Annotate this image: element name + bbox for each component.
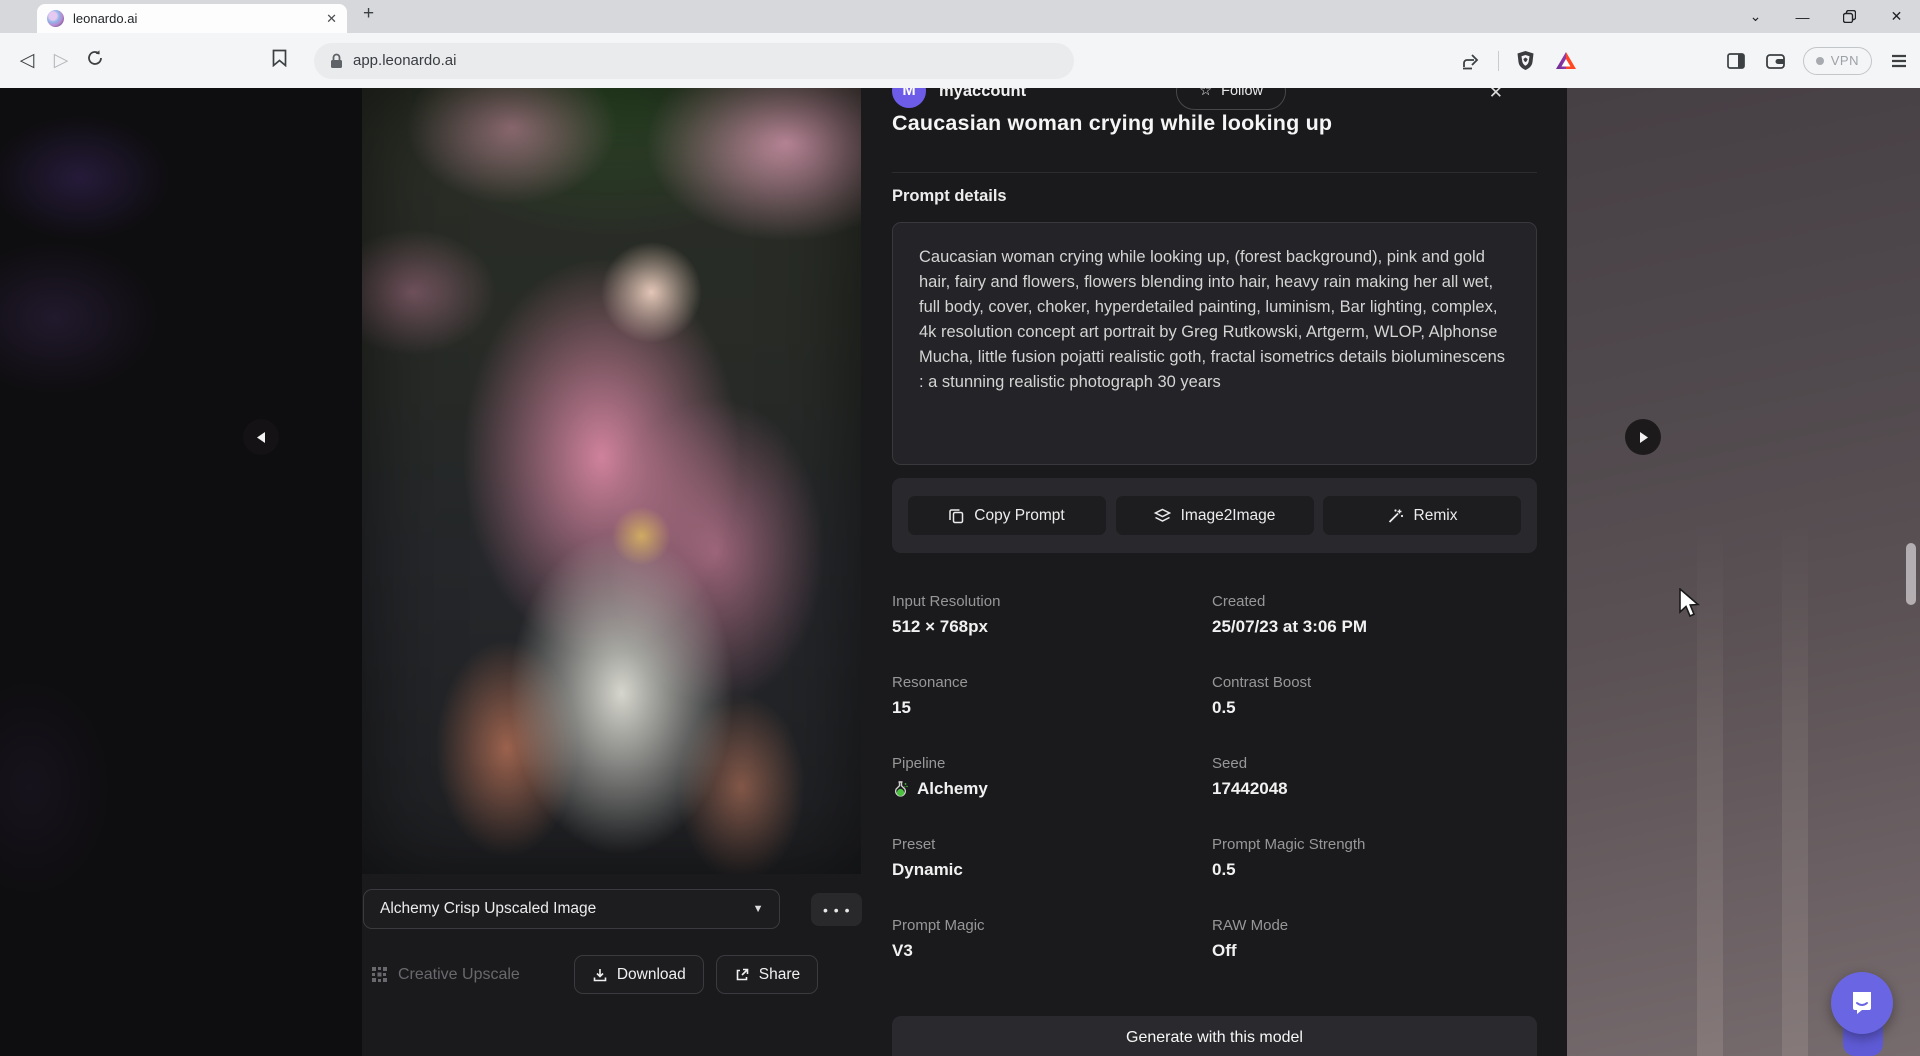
minimize-button[interactable]: — xyxy=(1779,0,1826,33)
meta-created: Created 25/07/23 at 3:06 PM xyxy=(1212,593,1537,637)
image2image-label: Image2Image xyxy=(1181,507,1276,525)
copy-prompt-label: Copy Prompt xyxy=(974,507,1064,525)
layers-icon xyxy=(1154,508,1171,524)
avatar[interactable]: M xyxy=(892,88,926,108)
follow-button[interactable]: ☆ Follow xyxy=(1176,88,1286,110)
copy-icon xyxy=(949,508,964,524)
chat-icon xyxy=(1847,988,1877,1018)
url-text: app.leonardo.ai xyxy=(353,52,456,69)
creative-upscale-button[interactable]: Creative Upscale xyxy=(363,966,520,984)
page-content: Alchemy Crisp Upscaled Image ▼ • • • Cre… xyxy=(0,88,1920,1056)
address-bar[interactable]: app.leonardo.ai xyxy=(314,43,1074,79)
brave-shield-icon[interactable] xyxy=(1513,48,1539,74)
meta-raw-mode: RAW Mode Off xyxy=(1212,917,1537,961)
dimmed-background-left xyxy=(0,88,362,1056)
share-image-button[interactable]: Share xyxy=(716,955,818,994)
generated-image[interactable] xyxy=(362,88,861,874)
download-label: Download xyxy=(617,966,686,984)
divider xyxy=(892,172,1537,173)
prompt-actions-bar: Copy Prompt Image2Image Remix xyxy=(892,478,1537,553)
chevron-down-icon: ▼ xyxy=(753,903,764,915)
creative-upscale-label: Creative Upscale xyxy=(398,966,520,984)
follow-label: Follow xyxy=(1221,88,1263,99)
wand-icon xyxy=(1387,508,1404,524)
meta-input-resolution: Input Resolution 512 × 768px xyxy=(892,593,1212,637)
arrow-right-icon xyxy=(1638,431,1649,444)
vpn-status-dot xyxy=(1816,57,1824,65)
meta-prompt-magic: Prompt Magic V3 xyxy=(892,917,1212,961)
previous-image-button[interactable] xyxy=(243,419,279,455)
close-icon[interactable]: ✕ xyxy=(1489,88,1503,103)
brave-rewards-bat-icon[interactable] xyxy=(1553,48,1579,74)
share-box-icon xyxy=(734,967,750,983)
image-detail-modal: Alchemy Crisp Upscaled Image ▼ • • • Cre… xyxy=(362,88,1567,1056)
arrow-left-icon xyxy=(256,431,267,444)
tab-title: leonardo.ai xyxy=(73,11,317,26)
light-streak xyxy=(1782,518,1808,1056)
creative-upscale-icon xyxy=(371,966,388,983)
restore-button[interactable] xyxy=(1826,0,1873,33)
generate-with-model-button[interactable]: Generate with this model xyxy=(892,1016,1537,1056)
lock-icon xyxy=(330,53,343,69)
image2image-button[interactable]: Image2Image xyxy=(1116,496,1314,535)
toolbar-divider xyxy=(1498,51,1499,71)
sidebar-icon[interactable] xyxy=(1723,48,1749,74)
browser-tabstrip: leonardo.ai ✕ + ⌄ — ✕ xyxy=(0,0,1920,33)
dimmed-background-right xyxy=(1567,88,1920,1056)
metadata-grid: Input Resolution 512 × 768px Created 25/… xyxy=(892,593,1537,961)
tab-search-chevron-icon[interactable]: ⌄ xyxy=(1732,0,1779,33)
reload-icon[interactable] xyxy=(78,49,112,73)
more-options-button[interactable]: • • • xyxy=(811,893,862,926)
back-icon[interactable]: ◁ xyxy=(10,49,44,72)
close-window-button[interactable]: ✕ xyxy=(1873,0,1920,33)
prompt-details-heading: Prompt details xyxy=(892,187,1007,206)
vpn-badge[interactable]: VPN xyxy=(1803,47,1872,75)
scrollbar-thumb[interactable] xyxy=(1906,543,1916,605)
remix-button[interactable]: Remix xyxy=(1323,496,1521,535)
new-tab-button[interactable]: + xyxy=(363,3,374,25)
page-title: Caucasian woman crying while looking up xyxy=(892,111,1332,136)
wallet-icon[interactable] xyxy=(1763,48,1789,74)
prompt-box: Caucasian woman crying while looking up,… xyxy=(892,222,1537,465)
download-button[interactable]: Download xyxy=(574,955,704,994)
tab-close-icon[interactable]: ✕ xyxy=(326,11,337,27)
follow-star-icon: ☆ xyxy=(1199,88,1212,99)
meta-contrast-boost: Contrast Boost 0.5 xyxy=(1212,674,1537,718)
chat-widget-button[interactable] xyxy=(1831,972,1893,1034)
browser-toolbar: ◁ ▷ app.leonardo.ai xyxy=(0,33,1920,88)
variant-selector-dropdown[interactable]: Alchemy Crisp Upscaled Image ▼ xyxy=(363,889,780,929)
next-image-button[interactable] xyxy=(1625,419,1661,455)
remix-label: Remix xyxy=(1414,507,1458,525)
share-icon[interactable] xyxy=(1458,48,1484,74)
menu-icon[interactable] xyxy=(1886,48,1912,74)
meta-seed: Seed 17442048 xyxy=(1212,755,1537,799)
copy-prompt-button[interactable]: Copy Prompt xyxy=(908,496,1106,535)
forward-icon: ▷ xyxy=(44,49,78,72)
meta-pipeline: Pipeline Alchemy xyxy=(892,755,1212,799)
vpn-label: VPN xyxy=(1831,53,1859,68)
bookmark-icon[interactable] xyxy=(262,49,296,73)
share-label: Share xyxy=(759,966,800,984)
meta-resonance: Resonance 15 xyxy=(892,674,1212,718)
download-icon xyxy=(592,967,608,983)
window-controls: ⌄ — ✕ xyxy=(1732,0,1920,33)
mouse-cursor xyxy=(1678,588,1701,618)
browser-tab[interactable]: leonardo.ai ✕ xyxy=(37,4,347,33)
meta-prompt-magic-strength: Prompt Magic Strength 0.5 xyxy=(1212,836,1537,880)
username: myaccount xyxy=(939,88,1026,101)
meta-preset: Preset Dynamic xyxy=(892,836,1212,880)
potion-icon xyxy=(892,780,909,799)
site-favicon xyxy=(47,10,64,27)
prompt-text: Caucasian woman crying while looking up,… xyxy=(919,245,1510,395)
variant-selector-label: Alchemy Crisp Upscaled Image xyxy=(380,900,753,918)
